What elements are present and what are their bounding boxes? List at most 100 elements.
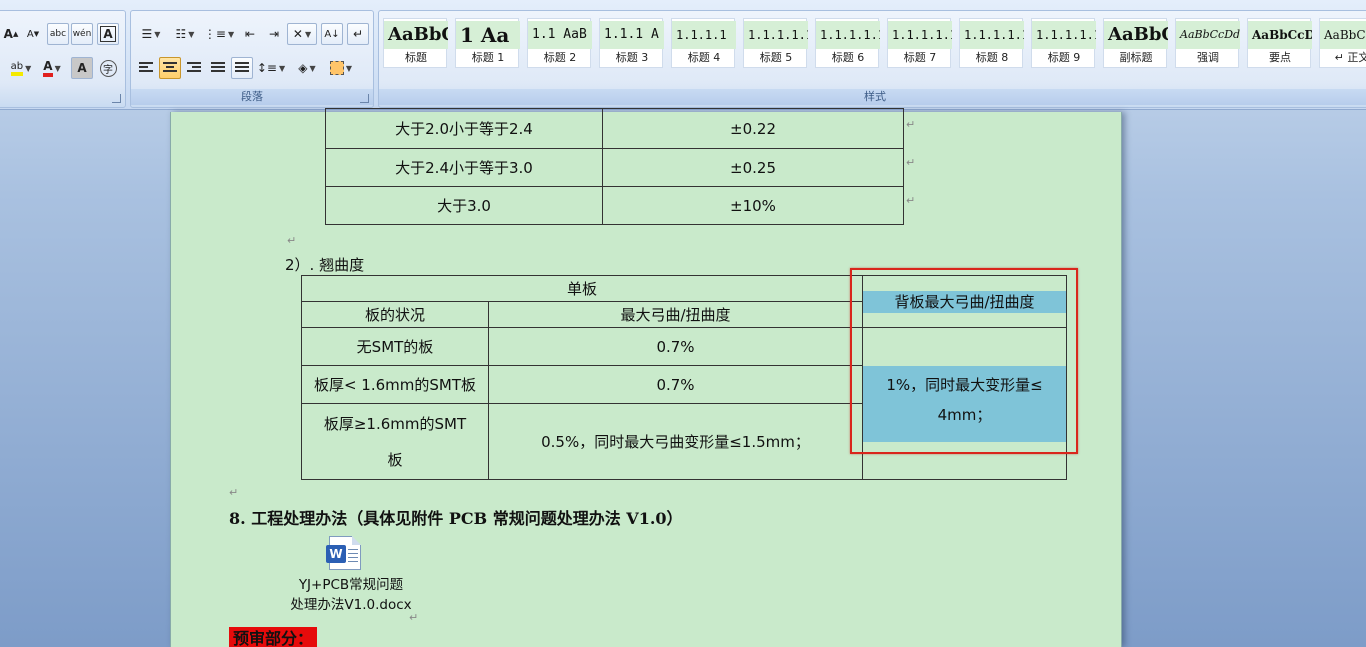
highlight-button[interactable]: ab ▼ bbox=[3, 57, 39, 79]
align-left-icon bbox=[139, 62, 153, 74]
increase-indent-button[interactable]: ⇥ bbox=[263, 23, 285, 45]
table-cell: 板厚< 1.6mm的SMT板 bbox=[301, 365, 489, 404]
style-tile[interactable]: AaBbC 标题 bbox=[383, 18, 448, 68]
style-tile[interactable]: 1.1.1 A 标题 3 bbox=[599, 18, 664, 68]
document-page[interactable]: 大于2.0小于等于2.4 ±0.22 大于2.4小于等于3.0 ±0.25 大于… bbox=[170, 108, 1122, 647]
line-spacing-icon: ↕≡ bbox=[256, 61, 277, 75]
style-name: 强调 bbox=[1197, 51, 1219, 64]
style-name: 标题 4 bbox=[687, 51, 721, 64]
style-tile[interactable]: 1.1.1.1 标题 4 bbox=[671, 18, 736, 68]
annotation-box bbox=[850, 268, 1078, 454]
paragraph-mark-icon: ↵ bbox=[229, 486, 239, 499]
style-tile[interactable]: 1.1.1.1.1. 标题 7 bbox=[887, 18, 952, 68]
style-tile[interactable]: AaBbC 副标题 bbox=[1103, 18, 1168, 68]
style-tile[interactable]: 1.1.1.1.1. 标题 6 bbox=[815, 18, 880, 68]
tolerance-table: 大于2.0小于等于2.4 ±0.22 大于2.4小于等于3.0 ±0.25 大于… bbox=[325, 108, 904, 225]
style-tile[interactable]: AaBbCc ↵ 正文 bbox=[1319, 18, 1366, 68]
chevron-down-icon: ▼ bbox=[25, 63, 32, 73]
style-tile[interactable]: 1.1.1.1.1 标题 5 bbox=[743, 18, 808, 68]
style-tile[interactable]: 1.1.1.1.1 标题 8 bbox=[959, 18, 1024, 68]
char-border-icon: A bbox=[100, 26, 116, 42]
table-row: 大于2.0小于等于2.4 ±0.22 bbox=[325, 108, 904, 149]
table-cell: 板厚≥1.6mm的SMT 板 bbox=[301, 403, 489, 480]
attachment-filename-line: YJ+PCB常规问题 bbox=[298, 577, 404, 593]
style-tile[interactable]: AaBbCcD 要点 bbox=[1247, 18, 1312, 68]
clear-format-button[interactable]: abc bbox=[47, 23, 69, 45]
char-shading-button[interactable]: A bbox=[71, 57, 93, 79]
font-color-button[interactable]: A ▼ bbox=[37, 57, 67, 79]
style-sample: AaBbC bbox=[384, 21, 448, 49]
cell-line: 板厚≥1.6mm的SMT bbox=[323, 414, 467, 433]
grow-font-button[interactable]: A ▲ bbox=[1, 23, 21, 45]
table-cell: 0.7% bbox=[488, 365, 863, 404]
paragraph-mark-icon: ↵ bbox=[906, 194, 916, 207]
decrease-indent-button[interactable]: ⇤ bbox=[239, 23, 261, 45]
multilevel-list-button[interactable]: ⋮≡ ▼ bbox=[203, 23, 235, 45]
attachment-filename-line: 处理办法V1.0.docx bbox=[290, 597, 412, 613]
chevron-down-icon: ▼ bbox=[309, 63, 316, 73]
rule bbox=[348, 549, 358, 550]
align-right-button[interactable] bbox=[183, 57, 205, 79]
borders-button[interactable]: ▼ bbox=[325, 57, 357, 79]
table-header-cell: 板的状况 bbox=[301, 301, 489, 328]
char-border-button[interactable]: A bbox=[97, 23, 119, 45]
style-name: 标题 8 bbox=[975, 51, 1009, 64]
grow-font-icon: A bbox=[3, 27, 13, 41]
align-left-button[interactable] bbox=[135, 57, 157, 79]
enclose-char-button[interactable]: 字 bbox=[97, 57, 119, 79]
style-tile[interactable]: AaBbCcDd 强调 bbox=[1175, 18, 1240, 68]
rule bbox=[348, 557, 358, 558]
distributed-button[interactable] bbox=[231, 57, 253, 79]
table-cell: ±0.25 bbox=[602, 148, 904, 187]
paragraph-mark-icon: ↵ bbox=[409, 611, 419, 624]
justify-button[interactable] bbox=[207, 57, 229, 79]
chevron-down-icon: ▼ bbox=[54, 63, 61, 73]
style-name: 要点 bbox=[1269, 51, 1291, 64]
decrease-indent-icon: ⇤ bbox=[244, 27, 256, 41]
style-name: 标题 1 bbox=[471, 51, 505, 64]
highlight-icon: ab bbox=[10, 61, 24, 76]
style-tile[interactable]: 1.1.1.1.1. 标题 9 bbox=[1031, 18, 1096, 68]
numbering-button[interactable]: ☷ ▼ bbox=[169, 23, 201, 45]
char-shading-icon: A bbox=[77, 61, 87, 75]
style-sample: AaBbCcDd bbox=[1176, 21, 1240, 49]
warp-heading: 2）. 翘曲度 bbox=[285, 256, 365, 274]
show-marks-button[interactable]: ↵ bbox=[347, 23, 369, 45]
chevron-down-icon: ▼ bbox=[278, 63, 286, 73]
paragraph-dialog-launcher-icon[interactable] bbox=[360, 94, 369, 103]
bullets-button[interactable]: ☰ ▼ bbox=[135, 23, 167, 45]
align-center-button[interactable] bbox=[159, 57, 181, 79]
shrink-font-button[interactable]: A ▼ bbox=[23, 23, 43, 45]
style-name: 标题 3 bbox=[615, 51, 649, 64]
sort-button[interactable]: A↓ bbox=[321, 23, 343, 45]
style-sample: 1.1.1 A bbox=[600, 21, 664, 49]
shading-button[interactable]: ◈ ▼ bbox=[291, 57, 323, 79]
rule bbox=[348, 553, 358, 554]
table-cell: ±0.22 bbox=[602, 108, 904, 149]
word-badge: W bbox=[326, 545, 346, 563]
phonetic-guide-icon: wén bbox=[72, 29, 92, 39]
table-header-cell: 最大弓曲/扭曲度 bbox=[488, 301, 863, 328]
style-sample: AaBbCcD bbox=[1248, 21, 1312, 49]
style-tile[interactable]: 1.1 AaB 标题 2 bbox=[527, 18, 592, 68]
font-dialog-launcher-icon[interactable] bbox=[112, 94, 121, 103]
multilevel-list-icon: ⋮≡ bbox=[203, 27, 226, 41]
numbered-list-icon: ☷ bbox=[175, 27, 187, 41]
style-tile[interactable]: 1 Aa 标题 1 bbox=[455, 18, 520, 68]
phonetic-guide-button[interactable]: wén bbox=[71, 23, 93, 45]
line-spacing-button[interactable]: ↕≡ ▼ bbox=[255, 57, 287, 79]
style-name: 标题 bbox=[405, 51, 427, 64]
table-row: 大于3.0 ±10% bbox=[325, 186, 904, 225]
style-name: 标题 2 bbox=[543, 51, 577, 64]
table-cell: 大于3.0 bbox=[325, 186, 603, 225]
style-name: ↵ 正文 bbox=[1334, 51, 1366, 64]
style-sample: AaBbC bbox=[1104, 21, 1168, 49]
attachment-filename[interactable]: YJ+PCB常规问题 处理办法V1.0.docx bbox=[281, 575, 421, 615]
bullet-list-icon: ☰ bbox=[141, 27, 153, 41]
word-document-icon[interactable]: W bbox=[326, 536, 361, 570]
style-sample: AaBbCc bbox=[1320, 21, 1366, 49]
style-sample: 1.1.1.1 bbox=[672, 21, 736, 49]
table-cell: 0.5%，同时最大弓曲变形量≤1.5mm； bbox=[488, 403, 863, 480]
chinese-layout-button[interactable]: ✕ ▼ bbox=[287, 23, 317, 45]
distributed-icon bbox=[235, 62, 249, 74]
